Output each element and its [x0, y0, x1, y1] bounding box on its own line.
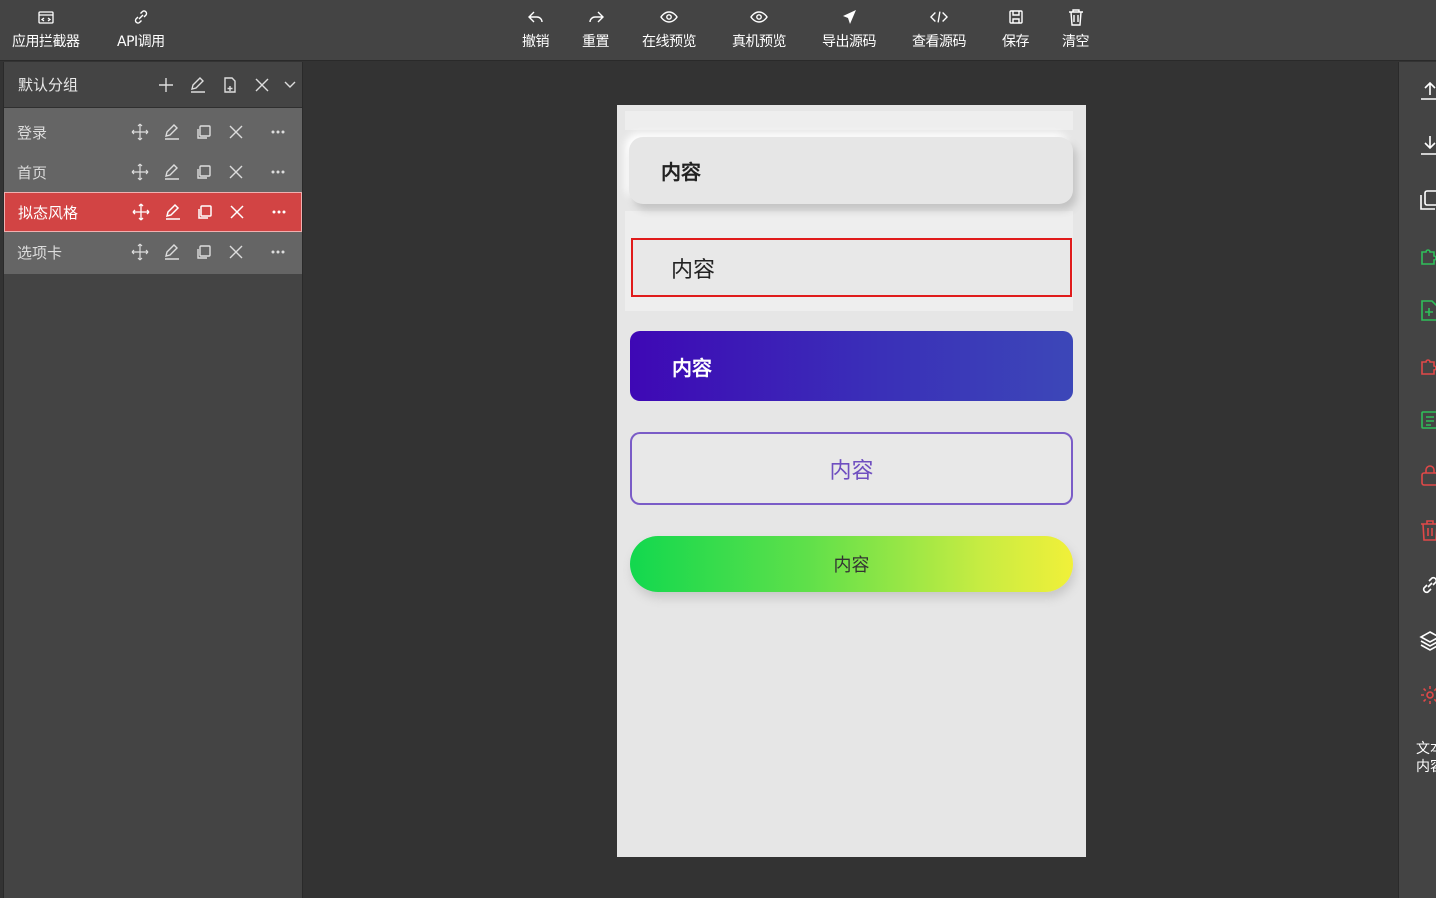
page-name: 选项卡: [17, 243, 63, 262]
close-icon[interactable]: [221, 200, 253, 224]
eye-icon: [660, 8, 678, 26]
download-icon[interactable]: [1419, 134, 1436, 156]
copy-icon[interactable]: [189, 200, 221, 224]
redo-label: 重置: [582, 34, 610, 50]
page-row-neumorphism[interactable]: 拟态风格: [4, 192, 302, 232]
code-icon: [930, 8, 948, 26]
copy-icon[interactable]: [188, 160, 220, 184]
edit-icon[interactable]: [156, 120, 188, 144]
eye-icon: [750, 8, 768, 26]
selected-text-component[interactable]: 内容: [631, 238, 1072, 297]
edit-icon[interactable]: [156, 240, 188, 264]
export-source-button[interactable]: 导出源码: [822, 8, 877, 54]
button-text: 内容: [829, 458, 874, 484]
edit-icon[interactable]: [157, 200, 189, 224]
online-preview-button[interactable]: 在线预览: [642, 8, 697, 54]
text-label-line1: 文本: [1416, 741, 1436, 757]
link-icon[interactable]: [1419, 574, 1436, 596]
copy-icon[interactable]: [1419, 189, 1436, 211]
online-preview-label: 在线预览: [642, 34, 697, 50]
button-text: 内容: [672, 355, 712, 380]
top-toolbar: 应用拦截器 API调用 撤销 重置 在线预览 真机预览 导出源码 查看源码 保存…: [0, 0, 1436, 61]
card-text: 内容: [661, 160, 701, 184]
new-file-icon[interactable]: [217, 73, 243, 97]
puzzle-remove-icon[interactable]: [1419, 354, 1436, 376]
redo-icon: [587, 8, 605, 26]
app-interceptor-button[interactable]: 应用拦截器: [12, 8, 80, 54]
api-call-label: API调用: [117, 34, 165, 50]
send-icon: [840, 8, 858, 26]
clear-button[interactable]: 清空: [1062, 8, 1090, 54]
move-icon[interactable]: [124, 160, 156, 184]
close-group-icon[interactable]: [249, 73, 275, 97]
copy-icon[interactable]: [188, 120, 220, 144]
view-source-label: 查看源码: [912, 34, 967, 50]
link-icon: [132, 8, 150, 26]
layers-icon[interactable]: [1419, 629, 1436, 651]
page-row-login[interactable]: 登录: [4, 112, 302, 152]
view-source-button[interactable]: 查看源码: [912, 8, 967, 54]
move-icon[interactable]: [124, 240, 156, 264]
selected-text: 内容: [671, 257, 716, 283]
more-icon[interactable]: [262, 160, 294, 184]
text-label-line2: 内容: [1416, 759, 1436, 775]
design-canvas: 内容 内容 内容 内容 内容: [304, 62, 1398, 898]
more-icon[interactable]: [262, 120, 294, 144]
neumorphic-card[interactable]: 内容: [629, 137, 1073, 204]
text-component-label[interactable]: 文本 内容: [1416, 740, 1436, 776]
save-icon: [1007, 8, 1025, 26]
container-strip[interactable]: [625, 111, 1073, 130]
button-text: 内容: [833, 555, 870, 576]
page-name: 拟态风格: [18, 203, 79, 222]
trash-icon: [1067, 8, 1085, 26]
edit-group-icon[interactable]: [185, 73, 211, 97]
app-interceptor-label: 应用拦截器: [12, 34, 80, 50]
clear-label: 清空: [1062, 34, 1090, 50]
move-icon[interactable]: [124, 120, 156, 144]
page-name: 首页: [17, 163, 48, 182]
redo-button[interactable]: 重置: [582, 8, 610, 54]
copy-icon[interactable]: [188, 240, 220, 264]
page-sidebar: 默认分组 登录 首页 拟态风格 选项卡: [3, 62, 303, 898]
page-row-home[interactable]: 首页: [4, 152, 302, 192]
undo-icon: [527, 8, 545, 26]
more-icon[interactable]: [262, 240, 294, 264]
chevron-down-icon[interactable]: [281, 73, 299, 97]
more-icon[interactable]: [263, 200, 295, 224]
api-call-button[interactable]: API调用: [117, 8, 165, 54]
edit-icon[interactable]: [156, 160, 188, 184]
undo-button[interactable]: 撤销: [522, 8, 550, 54]
group-title: 默认分组: [18, 76, 79, 94]
right-toolbar: 文本 内容: [1398, 62, 1436, 898]
phone-preview[interactable]: 内容 内容 内容 内容 内容: [617, 105, 1086, 857]
close-icon[interactable]: [220, 240, 252, 264]
trash-icon[interactable]: [1419, 519, 1436, 541]
page-row-tabs[interactable]: 选项卡: [4, 232, 302, 272]
undo-label: 撤销: [522, 34, 550, 50]
gradient-pill-button[interactable]: 内容: [630, 536, 1073, 592]
export-source-label: 导出源码: [822, 34, 877, 50]
lock-icon[interactable]: [1419, 464, 1436, 486]
list-icon[interactable]: [1419, 409, 1436, 431]
save-button[interactable]: 保存: [1002, 8, 1030, 54]
close-icon[interactable]: [220, 120, 252, 144]
puzzle-add-icon[interactable]: [1419, 244, 1436, 266]
outline-button[interactable]: 内容: [630, 432, 1073, 505]
add-page-icon[interactable]: [153, 73, 179, 97]
file-add-icon[interactable]: [1419, 299, 1436, 321]
settings-icon[interactable]: [1419, 684, 1436, 706]
move-icon[interactable]: [125, 200, 157, 224]
group-header: 默认分组: [4, 62, 302, 108]
device-preview-label: 真机预览: [732, 34, 787, 50]
page-list: 登录 首页 拟态风格 选项卡: [4, 108, 302, 274]
gradient-purple-button[interactable]: 内容: [630, 331, 1073, 401]
save-label: 保存: [1002, 34, 1030, 50]
upload-icon[interactable]: [1419, 79, 1436, 101]
close-icon[interactable]: [220, 160, 252, 184]
device-preview-button[interactable]: 真机预览: [732, 8, 787, 54]
intercept-icon: [37, 8, 55, 26]
page-name: 登录: [17, 123, 48, 142]
